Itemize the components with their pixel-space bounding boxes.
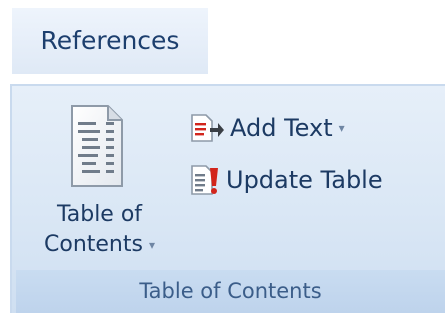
update-table-icon: [190, 164, 220, 196]
toc-label-line1: Table of: [56, 202, 143, 227]
tab-references[interactable]: References: [12, 8, 208, 74]
tab-references-label: References: [40, 25, 180, 55]
toc-label-line2: Contents: [44, 232, 143, 257]
chevron-down-icon: ▾: [148, 238, 155, 252]
chevron-down-icon: ▾: [338, 121, 345, 135]
toc-document-icon: [70, 104, 124, 192]
group-label-table-of-contents: Table of Contents: [16, 270, 445, 313]
update-table-label: Update Table: [226, 166, 383, 194]
add-text-label: Add Text: [230, 114, 333, 142]
add-text-button[interactable]: Add Text ▾: [190, 106, 345, 150]
update-table-button[interactable]: Update Table: [190, 158, 383, 202]
add-text-icon: [190, 113, 224, 143]
table-of-contents-button[interactable]: Table of Contents ▾: [22, 96, 177, 270]
table-of-contents-label: Table of Contents ▾: [22, 200, 177, 260]
